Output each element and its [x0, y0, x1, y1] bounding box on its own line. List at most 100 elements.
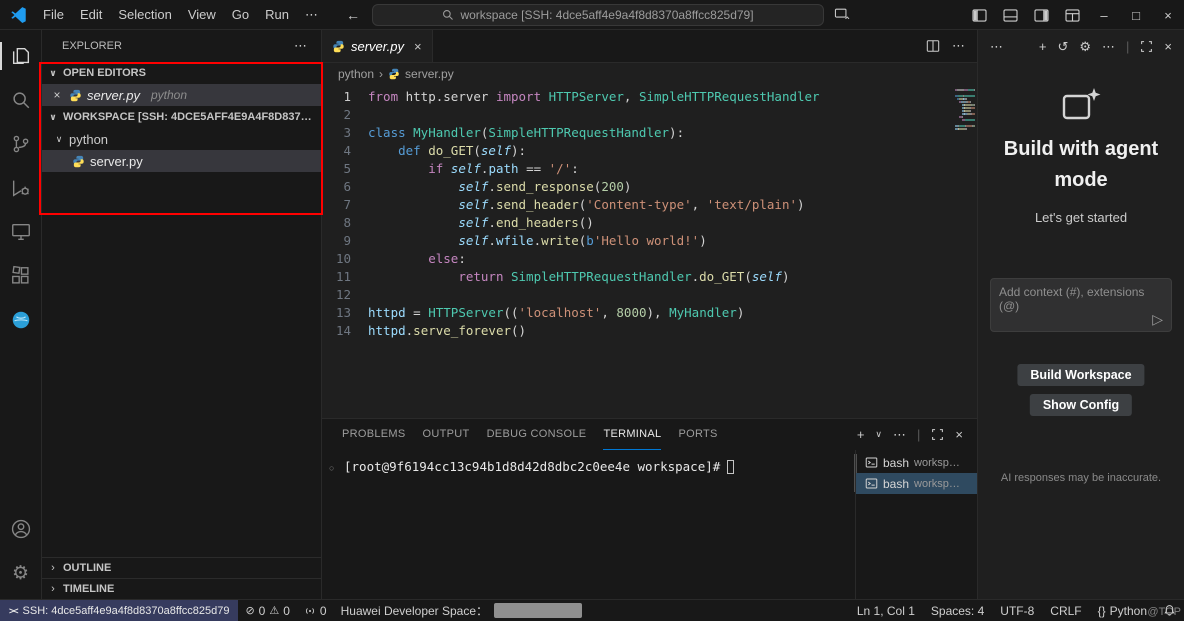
workspace-section-header[interactable]: ∨ WORKSPACE [SSH: 4DCE5AFF4E9A4F8D8370A8…	[42, 106, 321, 128]
menu-go[interactable]: Go	[224, 0, 257, 30]
timeline-section-header[interactable]: › TIMELINE	[42, 578, 321, 599]
menu-file[interactable]: File	[35, 0, 72, 30]
minimize-icon[interactable]: –	[1088, 0, 1120, 30]
line-number[interactable]: 4	[322, 142, 368, 160]
host-status[interactable]: Huawei Developer Space：	[334, 600, 589, 621]
tab-close-icon[interactable]: ×	[414, 39, 422, 54]
chat-input[interactable]	[991, 279, 1171, 315]
maximize-chat-icon[interactable]	[1140, 40, 1153, 53]
activity-settings[interactable]: ⚙	[0, 551, 42, 595]
line-number[interactable]: 1	[322, 88, 368, 106]
code-line[interactable]: 14httpd.serve_forever()	[322, 322, 977, 340]
code-line[interactable]: 3class MyHandler(SimpleHTTPRequestHandle…	[322, 124, 977, 142]
ports-status[interactable]: 0	[297, 600, 334, 621]
open-editors-header[interactable]: ∨ OPEN EDITORS	[42, 62, 321, 84]
code-line[interactable]: 12	[322, 286, 977, 304]
line-number[interactable]: 2	[322, 106, 368, 124]
chat-more-icon[interactable]: ⋯	[1102, 39, 1115, 55]
chat-settings-gear-icon[interactable]: ⚙	[1079, 39, 1091, 55]
screencast-toggle-icon[interactable]	[834, 7, 850, 21]
send-icon[interactable]: ▷	[1152, 311, 1163, 328]
line-number[interactable]: 5	[322, 160, 368, 178]
breadcrumb-file[interactable]: server.py	[405, 67, 454, 81]
chat-input-box[interactable]: ▷	[990, 278, 1172, 332]
menu-view[interactable]: View	[180, 0, 224, 30]
line-number[interactable]: 9	[322, 232, 368, 250]
new-terminal-icon[interactable]: +	[857, 427, 865, 442]
show-config-button[interactable]: Show Config	[1030, 394, 1132, 416]
split-editor-icon[interactable]	[926, 39, 940, 53]
problems-status[interactable]: ⊘ 0 ⚠ 0	[238, 600, 296, 621]
terminal-view[interactable]: ○ [root@9f6194cc13c94b1d8d42d8dbc2c0ee4e…	[322, 450, 855, 599]
editor-more-actions-icon[interactable]: ⋯	[952, 38, 965, 54]
new-chat-icon[interactable]: +	[1039, 39, 1047, 54]
cursor-position[interactable]: Ln 1, Col 1	[849, 604, 923, 618]
line-number[interactable]: 11	[322, 268, 368, 286]
tree-folder-python[interactable]: ∨ python	[42, 128, 321, 150]
menu-run[interactable]: Run	[257, 0, 297, 30]
line-number[interactable]: 12	[322, 286, 368, 304]
menu-overflow-icon[interactable]: ⋯	[297, 0, 326, 30]
close-chat-icon[interactable]: ×	[1164, 39, 1172, 54]
code-line[interactable]: 2	[322, 106, 977, 124]
menu-edit[interactable]: Edit	[72, 0, 110, 30]
activity-huawei-cloud[interactable]	[0, 298, 42, 342]
minimap[interactable]	[955, 89, 975, 418]
sidebar-more-icon[interactable]: ⋯	[294, 38, 307, 54]
terminal-list-item[interactable]: bash worksp…	[856, 452, 977, 473]
line-number[interactable]: 13	[322, 304, 368, 322]
chat-history-icon[interactable]: ↺	[1057, 39, 1068, 55]
code-line[interactable]: 5 if self.path == '/':	[322, 160, 977, 178]
line-number[interactable]: 7	[322, 196, 368, 214]
code-line[interactable]: 9 self.wfile.write(b'Hello world!')	[322, 232, 977, 250]
activity-extensions[interactable]	[0, 254, 42, 298]
command-center-search[interactable]: workspace [SSH: 4dce5aff4e9a4f8d8370a8ff…	[372, 4, 824, 26]
remote-indicator[interactable]: >< SSH: 4dce5aff4e9a4f8d8370a8ffcc825d79	[0, 600, 238, 621]
tab-serverpy[interactable]: server.py ×	[322, 30, 433, 62]
restore-icon[interactable]: □	[1120, 0, 1152, 30]
activity-accounts[interactable]	[0, 507, 42, 551]
activity-remote-explorer[interactable]	[0, 210, 42, 254]
tree-file-serverpy[interactable]: server.py	[42, 150, 321, 172]
toggle-secondary-sidebar-icon[interactable]	[1026, 9, 1057, 22]
activity-source-control[interactable]	[0, 122, 42, 166]
toggle-panel-icon[interactable]	[995, 9, 1026, 22]
activity-explorer[interactable]	[0, 34, 42, 78]
line-number[interactable]: 6	[322, 178, 368, 196]
line-number[interactable]: 10	[322, 250, 368, 268]
panel-tab-ports[interactable]: PORTS	[678, 419, 717, 450]
chat-overflow-icon[interactable]: ⋯	[990, 39, 1003, 55]
panel-tab-terminal[interactable]: TERMINAL	[603, 419, 661, 450]
code-line[interactable]: 4 def do_GET(self):	[322, 142, 977, 160]
panel-more-icon[interactable]: ⋯	[893, 427, 906, 443]
line-number[interactable]: 14	[322, 322, 368, 340]
activity-run-debug[interactable]	[0, 166, 42, 210]
maximize-panel-icon[interactable]	[931, 428, 944, 441]
eol-setting[interactable]: CRLF	[1042, 604, 1089, 618]
breadcrumb-folder[interactable]: python	[338, 67, 374, 81]
line-number[interactable]: 8	[322, 214, 368, 232]
code-line[interactable]: 1from http.server import HTTPServer, Sim…	[322, 88, 977, 106]
menu-selection[interactable]: Selection	[110, 0, 179, 30]
terminal-list-item-selected[interactable]: bash worksp…	[856, 473, 977, 494]
outline-section-header[interactable]: › OUTLINE	[42, 557, 321, 578]
encoding-setting[interactable]: UTF-8	[992, 604, 1042, 618]
language-mode[interactable]: {} Python	[1090, 604, 1155, 618]
activity-search[interactable]	[0, 78, 42, 122]
close-window-icon[interactable]: ×	[1152, 0, 1184, 30]
terminal-dropdown-icon[interactable]: ∨	[875, 429, 882, 440]
navigate-back-icon[interactable]: ←	[340, 7, 366, 23]
code-line[interactable]: 8 self.end_headers()	[322, 214, 977, 232]
open-editor-item[interactable]: × server.py python	[42, 84, 321, 106]
panel-tab-output[interactable]: OUTPUT	[423, 419, 470, 450]
code-line[interactable]: 13httpd = HTTPServer(('localhost', 8000)…	[322, 304, 977, 322]
toggle-primary-sidebar-icon[interactable]	[964, 9, 995, 22]
line-number[interactable]: 3	[322, 124, 368, 142]
close-editor-icon[interactable]: ×	[50, 88, 64, 102]
code-line[interactable]: 11 return SimpleHTTPRequestHandler.do_GE…	[322, 268, 977, 286]
code-line[interactable]: 7 self.send_header('Content-type', 'text…	[322, 196, 977, 214]
panel-tab-problems[interactable]: PROBLEMS	[342, 419, 406, 450]
close-panel-icon[interactable]: ×	[955, 427, 963, 442]
build-workspace-button[interactable]: Build Workspace	[1017, 364, 1144, 386]
customize-layout-icon[interactable]	[1057, 9, 1088, 22]
